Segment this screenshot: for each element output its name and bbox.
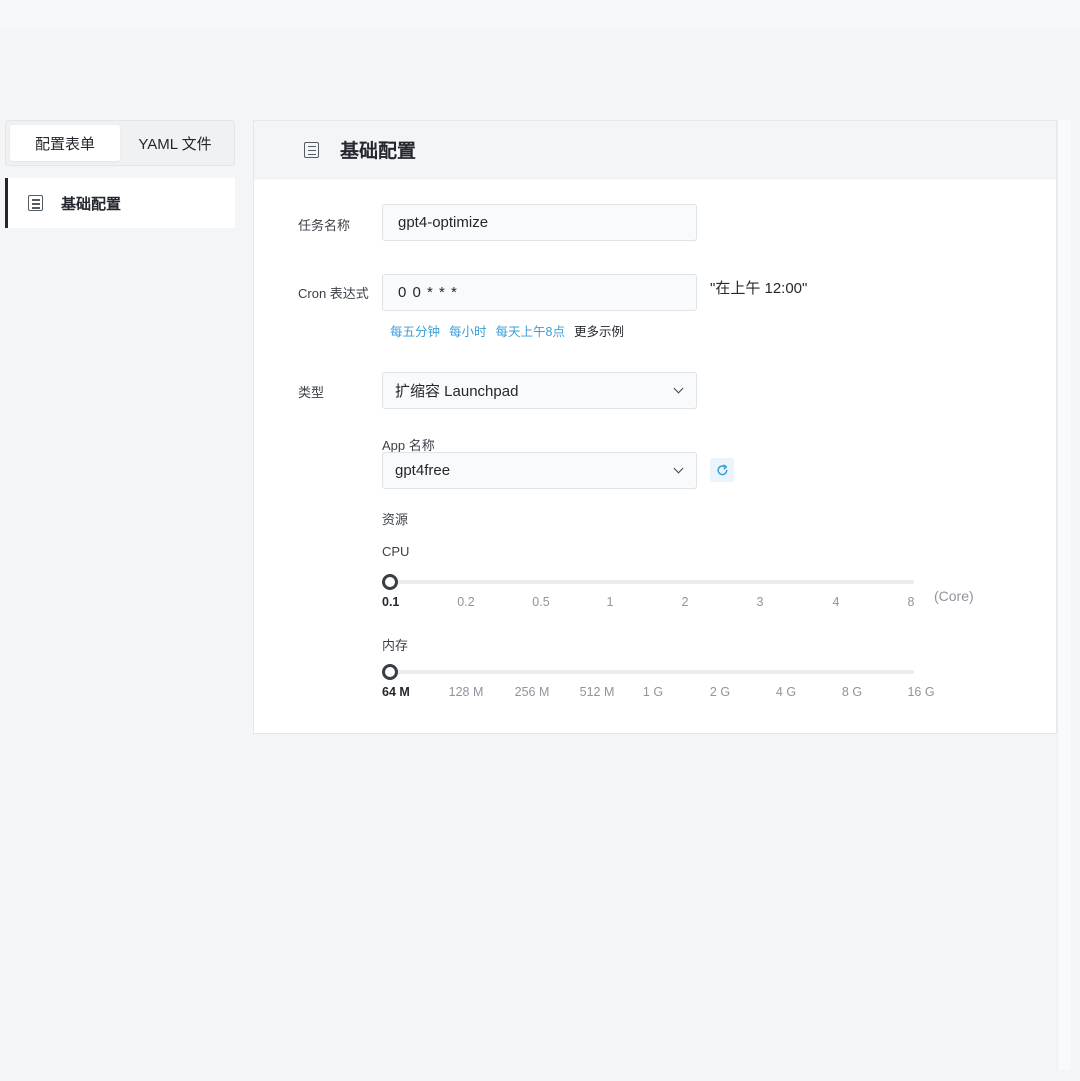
memory-tick-label[interactable]: 16 G bbox=[907, 685, 934, 699]
top-band bbox=[0, 0, 1080, 28]
cpu-tick-label[interactable]: 2 bbox=[682, 595, 689, 609]
memory-tick-label[interactable]: 256 M bbox=[515, 685, 550, 699]
example-every-five-minutes[interactable]: 每五分钟 bbox=[390, 321, 440, 340]
memory-slider-thumb[interactable] bbox=[382, 664, 398, 680]
task-name-label: 任务名称 bbox=[298, 218, 351, 233]
app-select[interactable]: gpt4free bbox=[382, 452, 697, 489]
document-icon bbox=[304, 141, 319, 158]
cpu-tick-label[interactable]: 3 bbox=[757, 595, 764, 609]
example-every-hour[interactable]: 每小时 bbox=[449, 321, 487, 340]
card-header: 基础配置 bbox=[254, 121, 1056, 179]
cpu-tick-label[interactable]: 0.1 bbox=[382, 595, 399, 609]
cpu-tick-label[interactable]: 0.2 bbox=[457, 595, 474, 609]
sidebar-item-label: 基础配置 bbox=[61, 195, 122, 213]
tab-form[interactable]: 配置表单 bbox=[10, 125, 120, 161]
cron-input[interactable]: 0 0 * * * bbox=[382, 274, 697, 311]
tab-yaml[interactable]: YAML 文件 bbox=[120, 125, 230, 161]
memory-slider[interactable]: 64 M 128 M 256 M 512 M 1 G 2 G 4 G 8 G 16 G bbox=[382, 663, 935, 703]
cpu-tick-label[interactable]: 0.5 bbox=[532, 595, 549, 609]
cpu-tick-label[interactable]: 4 bbox=[833, 595, 840, 609]
config-card: 基础配置 任务名称 gpt4-optimize Cron 表达式 0 0 * *… bbox=[253, 120, 1057, 734]
scrollbar[interactable] bbox=[1057, 120, 1071, 1070]
cpu-tick-label[interactable]: 1 bbox=[607, 595, 614, 609]
memory-tick-label[interactable]: 4 G bbox=[776, 685, 796, 699]
memory-tick-label[interactable]: 8 G bbox=[842, 685, 862, 699]
document-icon bbox=[28, 195, 43, 211]
view-mode-tabs: 配置表单 YAML 文件 bbox=[5, 120, 235, 166]
cpu-slider-thumb[interactable] bbox=[382, 574, 398, 590]
chevron-down-icon bbox=[673, 463, 684, 474]
cron-examples: 每五分钟 每小时 每天上午8点 更多示例 bbox=[390, 321, 624, 340]
card-title: 基础配置 bbox=[340, 141, 417, 162]
memory-tick-label[interactable]: 2 G bbox=[710, 685, 730, 699]
type-label: 类型 bbox=[298, 385, 325, 400]
memory-tick-label[interactable]: 64 M bbox=[382, 685, 410, 699]
memory-tick-label[interactable]: 512 M bbox=[580, 685, 615, 699]
memory-label: 内存 bbox=[382, 638, 409, 653]
resources-label: 资源 bbox=[382, 512, 409, 527]
example-daily-8am[interactable]: 每天上午8点 bbox=[496, 321, 565, 340]
cpu-slider[interactable]: 0.1 0.2 0.5 1 2 3 4 8 bbox=[382, 573, 922, 613]
type-select[interactable]: 扩缩容 Launchpad bbox=[382, 372, 697, 409]
task-name-value: gpt4-optimize bbox=[398, 214, 489, 231]
cpu-label: CPU bbox=[382, 544, 410, 559]
cpu-tick-label[interactable]: 8 bbox=[908, 595, 915, 609]
task-name-input[interactable]: gpt4-optimize bbox=[382, 204, 697, 241]
more-examples-link[interactable]: 更多示例 bbox=[574, 321, 624, 340]
memory-slider-track[interactable] bbox=[390, 670, 914, 674]
sidebar-item-basic-config[interactable]: 基础配置 bbox=[5, 178, 235, 228]
chevron-down-icon bbox=[673, 383, 684, 394]
refresh-button[interactable] bbox=[710, 458, 734, 482]
cpu-slider-track[interactable] bbox=[390, 580, 914, 584]
type-value: 扩缩容 Launchpad bbox=[395, 383, 519, 400]
cpu-unit: (Core) bbox=[934, 588, 974, 604]
memory-tick-label[interactable]: 1 G bbox=[643, 685, 663, 699]
app-value: gpt4free bbox=[395, 462, 451, 479]
cron-label: Cron 表达式 bbox=[298, 286, 369, 301]
refresh-icon bbox=[716, 464, 727, 475]
cron-readable-text: "在上午 12:00" bbox=[710, 280, 808, 297]
cron-value: 0 0 * * * bbox=[398, 284, 458, 301]
memory-tick-label[interactable]: 128 M bbox=[449, 685, 484, 699]
